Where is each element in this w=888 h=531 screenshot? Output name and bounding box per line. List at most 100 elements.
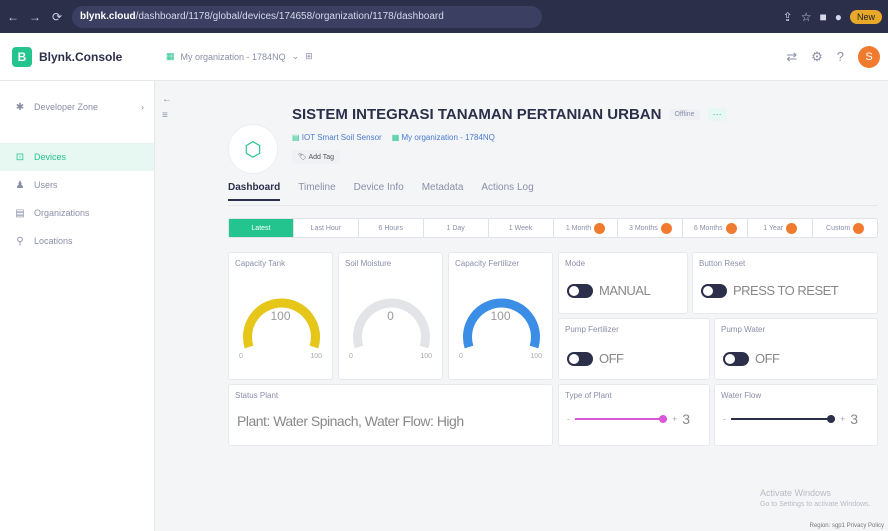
- sidebar-item-locations[interactable]: ⚲ Locations: [0, 227, 154, 255]
- range-custom[interactable]: Custom: [813, 219, 877, 237]
- range-1-month[interactable]: 1 Month: [554, 219, 619, 237]
- org-selector-label: My organization - 1784NQ: [180, 51, 286, 62]
- gauge-value: 100: [270, 309, 291, 323]
- add-tag-button[interactable]: 🏷 Add Tag: [292, 150, 341, 164]
- org-link[interactable]: ▦ My organization - 1784NQ: [392, 133, 495, 142]
- toggle[interactable]: [567, 283, 593, 298]
- widget-label: Pump Fertilizer: [565, 325, 619, 334]
- pump-water-switch[interactable]: OFF: [723, 351, 780, 366]
- sidebar-item-developer-zone[interactable]: ✱ Developer Zone ›: [0, 93, 154, 121]
- widget-label: Type of Plant: [565, 391, 612, 400]
- slider-track[interactable]: [575, 415, 667, 423]
- range-1-day[interactable]: 1 Day: [424, 219, 489, 237]
- profile-icon[interactable]: ●: [835, 10, 842, 24]
- sidebar-item-devices[interactable]: ⊡ Devices: [0, 143, 154, 171]
- pro-lock-icon: [660, 222, 672, 234]
- range-latest[interactable]: Latest: [229, 219, 294, 237]
- grid-icon[interactable]: ⊞: [305, 51, 313, 62]
- minus-button[interactable]: -: [723, 414, 726, 424]
- devices-icon: ⊡: [15, 151, 25, 163]
- range-6-hours[interactable]: 6 Hours: [359, 219, 424, 237]
- collapse-icon[interactable]: ← ≡: [162, 92, 172, 124]
- tab-actions-log[interactable]: Actions Log: [481, 182, 533, 201]
- add-tag-label: Add Tag: [308, 154, 335, 161]
- forward-icon[interactable]: →: [28, 10, 42, 24]
- range-label: 1 Week: [508, 224, 533, 232]
- minus-button[interactable]: -: [567, 414, 570, 424]
- widget-label: Status Plant: [235, 391, 279, 400]
- range-1-week[interactable]: 1 Week: [489, 219, 554, 237]
- tag-icon: 🏷: [298, 154, 307, 161]
- address-bar[interactable]: blynk.cloud /dashboard/1178/global/devic…: [72, 5, 542, 28]
- translate-icon[interactable]: ⇄: [786, 49, 797, 65]
- range-6-months[interactable]: 6 Months: [683, 219, 749, 237]
- sidebar-item-organizations[interactable]: ▤ Organizations: [0, 199, 154, 227]
- more-options-icon[interactable]: ⋯: [707, 108, 727, 121]
- gauge-max: 100: [310, 353, 322, 360]
- switch-mode-widget: Mode MANUAL: [558, 252, 688, 314]
- users-icon: ♟: [15, 179, 25, 191]
- pro-lock-icon: [853, 222, 865, 234]
- gauge-min: 0: [349, 353, 353, 360]
- widget-label: Soil Moisture: [345, 259, 392, 268]
- extension-icon[interactable]: ■: [819, 10, 826, 24]
- slider-value: 3: [682, 411, 691, 427]
- reset-switch[interactable]: PRESS TO RESET: [701, 283, 839, 298]
- gauge-capacity-fertilizer: Capacity Fertilizer 100 0 100: [448, 252, 553, 380]
- logo[interactable]: B Blynk.Console: [0, 46, 150, 67]
- new-button[interactable]: New: [849, 9, 882, 24]
- water-flow-slider[interactable]: - + 3: [723, 411, 858, 427]
- switch-state: PRESS TO RESET: [733, 283, 839, 298]
- range-label: 6 Months: [693, 224, 723, 232]
- sidebar-item-users[interactable]: ♟ Users: [0, 171, 154, 199]
- template-icon: ▤: [292, 133, 300, 142]
- tab-metadata[interactable]: Metadata: [422, 182, 464, 201]
- tab-device-info[interactable]: Device Info: [354, 182, 404, 201]
- gauge-value: 0: [387, 309, 394, 323]
- plus-button[interactable]: +: [840, 414, 845, 424]
- pump-fertilizer-switch[interactable]: OFF: [567, 351, 624, 366]
- range-last-hour[interactable]: Last Hour: [294, 219, 359, 237]
- time-range-selector: Latest Last Hour 6 Hours 1 Day 1 Week 1 …: [228, 218, 878, 238]
- org-label: My organization - 1784NQ: [401, 133, 495, 142]
- mode-switch[interactable]: MANUAL: [567, 283, 651, 298]
- back-icon[interactable]: ←: [6, 10, 20, 24]
- range-label: 1 Day: [446, 224, 465, 232]
- star-icon[interactable]: ☆: [801, 10, 812, 24]
- toggle[interactable]: [567, 351, 593, 366]
- widget-label: Mode: [565, 259, 586, 268]
- slider-track[interactable]: [731, 415, 835, 423]
- toggle[interactable]: [701, 283, 727, 298]
- gauge-min: 0: [239, 353, 243, 360]
- template-link[interactable]: ▤ IOT Smart Soil Sensor: [292, 133, 382, 142]
- slider-thumb[interactable]: [827, 415, 835, 423]
- org-selector[interactable]: ▦ My organization - 1784NQ ⌄ ⊞: [166, 51, 313, 62]
- slider-thumb[interactable]: [659, 415, 667, 423]
- range-label: 3 Months: [628, 224, 658, 232]
- windows-watermark: Activate Windows Go to Settings to activ…: [760, 488, 871, 510]
- share-icon[interactable]: ⇪: [783, 10, 793, 24]
- gauge-value: 100: [490, 309, 511, 323]
- tab-timeline[interactable]: Timeline: [298, 182, 335, 201]
- page-title: SISTEM INTEGRASI TANAMAN PERTANIAN URBAN…: [292, 106, 727, 123]
- gauge-max: 100: [530, 353, 542, 360]
- switch-pump-fertilizer-widget: Pump Fertilizer OFF: [558, 318, 710, 380]
- range-1-year[interactable]: 1 Year: [748, 219, 814, 237]
- toggle[interactable]: [723, 351, 749, 366]
- settings-icon[interactable]: ⚙: [811, 49, 823, 65]
- avatar[interactable]: S: [858, 45, 880, 68]
- browser-toolbar: ← → ⟳ blynk.cloud /dashboard/1178/global…: [0, 0, 888, 33]
- tab-dashboard[interactable]: Dashboard: [228, 182, 281, 201]
- type-of-plant-slider[interactable]: - + 3: [567, 411, 690, 427]
- url-host: blynk.cloud: [80, 11, 136, 22]
- plus-button[interactable]: +: [672, 414, 677, 424]
- slider-value: 3: [850, 411, 859, 427]
- sidebar-item-label: Devices: [34, 152, 67, 162]
- range-3-months[interactable]: 3 Months: [618, 219, 684, 237]
- pro-lock-icon: [594, 222, 606, 234]
- reload-icon[interactable]: ⟳: [50, 10, 64, 24]
- watermark-title: Activate Windows: [760, 488, 832, 498]
- toggle-knob: [725, 353, 735, 364]
- switch-pump-water-widget: Pump Water OFF: [714, 318, 878, 380]
- help-icon[interactable]: ?: [837, 49, 844, 64]
